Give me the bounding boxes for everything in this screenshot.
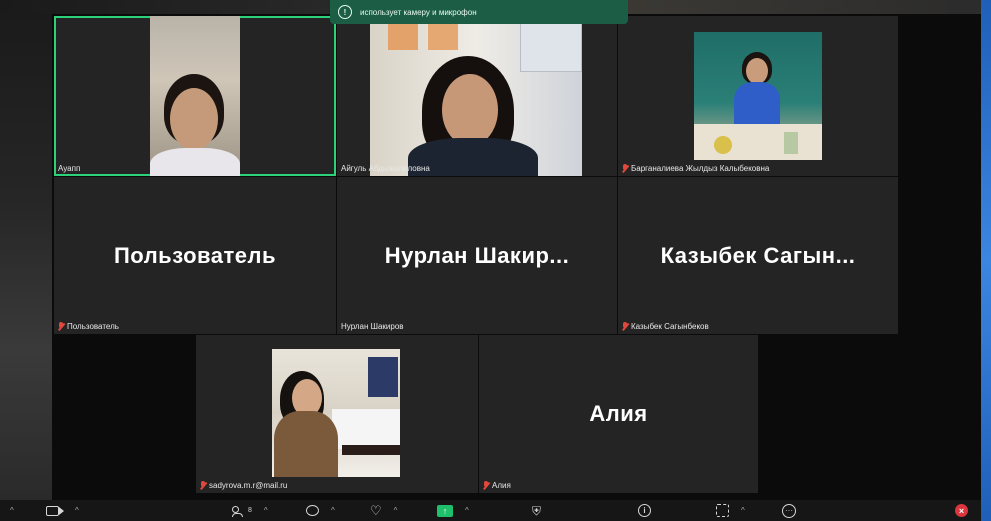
apps-icon — [716, 504, 729, 517]
toolbar-mic-caret[interactable]: ^ — [10, 500, 14, 521]
mic-muted-icon — [622, 322, 628, 331]
end-meeting-button[interactable]: × — [955, 500, 968, 521]
participant-label: sadyrova.m.r@mail.ru — [200, 481, 287, 490]
participant-label: Айгуль Абдыжалиловна — [341, 164, 430, 173]
heart-icon: ♡ — [370, 503, 382, 518]
participant-tile-user[interactable]: Пользователь Пользователь — [54, 177, 336, 334]
participant-tile-aitul[interactable]: Айгуль Абдыжалиловна — [337, 16, 617, 176]
chevron-up-icon: ^ — [75, 506, 79, 515]
mic-muted-icon — [58, 322, 64, 331]
participant-name: Алия — [589, 401, 648, 426]
chevron-up-icon: ^ — [465, 506, 469, 515]
notification-text: использует камеру и микрофон — [360, 7, 477, 17]
participant-video-barganalieva — [694, 32, 822, 160]
participant-tile-nurlan[interactable]: Нурлан Шакир... Нурлан Шакиров — [337, 177, 617, 334]
mic-muted-icon — [483, 481, 489, 490]
participant-label: Барганалиева Жылдыз Калыбековна — [622, 164, 769, 173]
participant-tile-barganalieva[interactable]: Барганалиева Жылдыз Калыбековна — [618, 16, 898, 176]
more-button[interactable]: ··· — [782, 500, 796, 521]
participant-tile-kazybek[interactable]: Казыбек Сагын... Казыбек Сагынбеков — [618, 177, 898, 334]
participant-label: Казыбек Сагынбеков — [622, 322, 709, 331]
mic-muted-icon — [622, 164, 628, 173]
screen-edge — [981, 0, 991, 521]
participants-icon — [232, 505, 244, 517]
participant-name: Пользователь — [113, 242, 276, 268]
mic-muted-icon — [200, 481, 206, 490]
chevron-up-icon: ^ — [741, 506, 745, 515]
info-icon: ! — [338, 5, 352, 19]
reactions-button[interactable]: ♡ ^ — [370, 500, 397, 521]
participant-tile-sadyrova[interactable]: sadyrova.m.r@mail.ru — [196, 335, 478, 493]
meeting-toolbar: ^ ^ 8 ^ ^ ♡ ^ ↑ ^ ⛨ i ^ ··· × — [0, 500, 981, 521]
chevron-up-icon: ^ — [331, 506, 335, 515]
close-icon: × — [955, 504, 968, 517]
chat-icon — [306, 505, 319, 516]
participant-tile-aliya[interactable]: Алия Алия — [479, 335, 758, 493]
chevron-up-icon: ^ — [393, 506, 398, 515]
share-screen-icon: ↑ — [437, 504, 453, 517]
info-icon: i — [638, 504, 651, 517]
chevron-up-icon: ^ — [263, 506, 268, 515]
apps-button[interactable]: ^ — [716, 500, 745, 521]
participant-label: Ауапп — [58, 164, 81, 173]
share-screen-button[interactable]: ↑ ^ — [437, 500, 469, 521]
participant-tile-ayapp[interactable]: Ауапп — [54, 16, 336, 176]
chat-button[interactable]: ^ — [306, 500, 335, 521]
participant-label: Нурлан Шакиров — [341, 322, 404, 331]
participant-label: Алия — [483, 481, 511, 490]
notification-banner: ! использует камеру и микрофон — [330, 0, 628, 24]
video-camera-icon — [46, 505, 64, 516]
chevron-up-icon: ^ — [10, 506, 14, 515]
participants-count: 8 — [248, 507, 252, 514]
more-icon: ··· — [782, 503, 796, 518]
participant-video-sadyrova — [272, 349, 400, 477]
info-button[interactable]: i — [638, 500, 651, 521]
video-gallery: Ауапп Айгуль Абдыжалиловна Барганалиева … — [0, 0, 981, 500]
participant-video-ayapp — [150, 16, 240, 176]
participant-name: Казыбек Сагын... — [660, 242, 856, 268]
participants-button[interactable]: 8 ^ — [232, 500, 268, 521]
participant-video-aitul — [370, 16, 582, 176]
video-button[interactable]: ^ — [46, 500, 79, 521]
participant-name: Нурлан Шакир... — [384, 242, 570, 268]
security-button[interactable]: ⛨ — [532, 500, 541, 521]
participant-label: Пользователь — [58, 322, 119, 331]
shield-icon: ⛨ — [532, 503, 542, 518]
